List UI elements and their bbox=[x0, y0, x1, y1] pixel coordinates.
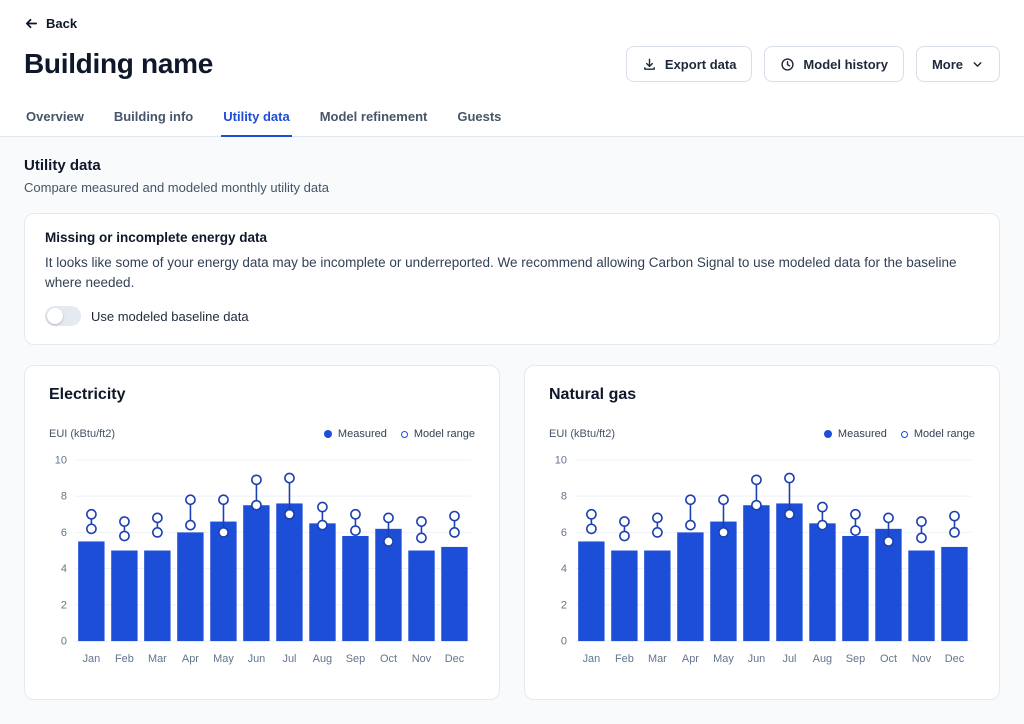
svg-text:Nov: Nov bbox=[412, 653, 432, 665]
svg-text:Dec: Dec bbox=[445, 653, 465, 665]
svg-text:8: 8 bbox=[61, 491, 67, 503]
model-range-dot-icon bbox=[901, 431, 908, 438]
svg-text:Jul: Jul bbox=[282, 653, 296, 665]
natural-gas-legend: Measured Model range bbox=[824, 428, 975, 440]
tab-utility-data[interactable]: Utility data bbox=[221, 100, 291, 137]
clock-icon bbox=[780, 57, 795, 72]
svg-text:Nov: Nov bbox=[912, 653, 932, 665]
alert-body: It looks like some of your energy data m… bbox=[45, 253, 979, 292]
electricity-chart: 0 2 4 6 8 10 Jan Feb Mar Apr May Jun Jul Aug Sep Oct Nov… bbox=[49, 448, 475, 683]
export-data-button[interactable]: Export data bbox=[626, 46, 753, 82]
svg-text:Oct: Oct bbox=[380, 653, 397, 665]
svg-text:4: 4 bbox=[61, 563, 67, 575]
header: Back Building name Export data bbox=[0, 0, 1024, 137]
svg-text:Mar: Mar bbox=[148, 653, 167, 665]
download-icon bbox=[642, 57, 657, 72]
back-label: Back bbox=[46, 16, 77, 31]
svg-text:0: 0 bbox=[61, 636, 67, 648]
measured-dot-icon bbox=[324, 430, 332, 438]
tab-overview[interactable]: Overview bbox=[24, 100, 86, 137]
chevron-down-icon bbox=[971, 58, 984, 71]
svg-text:Feb: Feb bbox=[615, 653, 634, 665]
svg-text:Jun: Jun bbox=[248, 653, 266, 665]
svg-text:Feb: Feb bbox=[115, 653, 134, 665]
toggle-knob bbox=[47, 308, 63, 324]
svg-text:6: 6 bbox=[561, 527, 567, 539]
svg-text:Mar: Mar bbox=[648, 653, 667, 665]
toggle-label: Use modeled baseline data bbox=[91, 309, 249, 324]
legend-model-range-label: Model range bbox=[414, 428, 475, 440]
use-modeled-baseline-toggle[interactable] bbox=[45, 306, 81, 326]
page: Back Building name Export data bbox=[0, 0, 1024, 724]
electricity-y-axis-label: EUI (kBtu/ft2) bbox=[49, 428, 115, 440]
tab-bar: Overview Building info Utility data Mode… bbox=[0, 100, 1024, 137]
svg-text:Apr: Apr bbox=[182, 653, 199, 665]
svg-text:Oct: Oct bbox=[880, 653, 897, 665]
section-title: Utility data bbox=[24, 157, 1000, 174]
export-data-label: Export data bbox=[665, 57, 737, 72]
legend-measured-label: Measured bbox=[838, 428, 887, 440]
legend-measured-label: Measured bbox=[338, 428, 387, 440]
natural-gas-card-title: Natural gas bbox=[549, 386, 975, 404]
svg-text:Aug: Aug bbox=[813, 653, 832, 665]
svg-text:Jul: Jul bbox=[782, 653, 796, 665]
svg-text:Jun: Jun bbox=[748, 653, 766, 665]
model-history-label: Model history bbox=[803, 57, 888, 72]
svg-text:May: May bbox=[713, 653, 734, 665]
back-button[interactable]: Back bbox=[24, 16, 77, 31]
svg-text:Sep: Sep bbox=[346, 653, 365, 665]
svg-text:2: 2 bbox=[561, 599, 567, 611]
svg-text:Apr: Apr bbox=[682, 653, 699, 665]
alert-title: Missing or incomplete energy data bbox=[45, 230, 979, 245]
natural-gas-chart: 0 2 4 6 8 10 Jan Feb Mar Apr May Jun Jul Aug Sep Oct Nov… bbox=[549, 448, 975, 683]
electricity-legend: Measured Model range bbox=[324, 428, 475, 440]
svg-text:2: 2 bbox=[61, 599, 67, 611]
electricity-card-title: Electricity bbox=[49, 386, 475, 404]
svg-text:Sep: Sep bbox=[846, 653, 865, 665]
tab-guests[interactable]: Guests bbox=[455, 100, 503, 137]
svg-text:4: 4 bbox=[561, 563, 567, 575]
natural-gas-y-axis-label: EUI (kBtu/ft2) bbox=[549, 428, 615, 440]
legend-model-range-label: Model range bbox=[914, 428, 975, 440]
header-actions: Export data Model history More bbox=[626, 46, 1000, 82]
arrow-left-icon bbox=[24, 16, 39, 31]
main-content: Utility data Compare measured and modele… bbox=[0, 137, 1024, 724]
svg-text:Jan: Jan bbox=[83, 653, 101, 665]
section-subtitle: Compare measured and modeled monthly uti… bbox=[24, 180, 1000, 195]
svg-text:8: 8 bbox=[561, 491, 567, 503]
model-range-dot-icon bbox=[401, 431, 408, 438]
section-head: Utility data Compare measured and modele… bbox=[24, 157, 1000, 195]
svg-text:0: 0 bbox=[561, 636, 567, 648]
measured-dot-icon bbox=[824, 430, 832, 438]
more-label: More bbox=[932, 57, 963, 72]
more-button[interactable]: More bbox=[916, 46, 1000, 82]
svg-text:10: 10 bbox=[555, 455, 567, 467]
svg-text:Aug: Aug bbox=[313, 653, 332, 665]
natural-gas-card: Natural gas EUI (kBtu/ft2) Measured Mode… bbox=[524, 365, 1000, 700]
electricity-card: Electricity EUI (kBtu/ft2) Measured Mode… bbox=[24, 365, 500, 700]
tab-building-info[interactable]: Building info bbox=[112, 100, 195, 137]
model-history-button[interactable]: Model history bbox=[764, 46, 904, 82]
svg-text:Dec: Dec bbox=[945, 653, 965, 665]
charts-row: Electricity EUI (kBtu/ft2) Measured Mode… bbox=[24, 365, 1000, 700]
svg-text:Jan: Jan bbox=[583, 653, 601, 665]
missing-data-alert: Missing or incomplete energy data It loo… bbox=[24, 213, 1000, 345]
svg-text:10: 10 bbox=[55, 455, 67, 467]
page-title: Building name bbox=[24, 48, 213, 80]
svg-text:May: May bbox=[213, 653, 234, 665]
tab-model-refinement[interactable]: Model refinement bbox=[318, 100, 430, 137]
svg-text:6: 6 bbox=[61, 527, 67, 539]
